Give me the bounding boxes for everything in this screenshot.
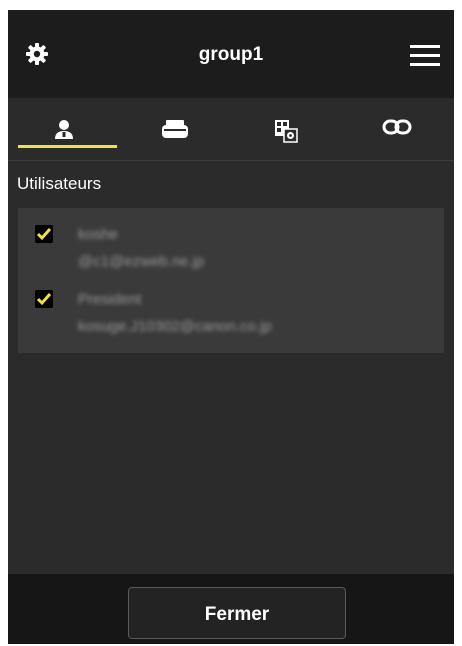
footer-bar: Fermer [8,574,454,644]
users-section-title: Utilisateurs [17,174,102,193]
checkmark-icon [36,228,52,241]
tab-users[interactable] [8,98,119,160]
hamburger-menu-icon[interactable] [410,45,440,67]
printer-icon [161,120,188,138]
user-email: kosuge.J10302@canon.co.jp [78,318,272,335]
user-icon [54,120,73,139]
app-settings-icon [274,120,298,143]
user-name: koshe [78,226,119,243]
close-button[interactable]: Fermer [128,587,346,639]
header-bar: group1 [8,10,454,98]
checkmark-icon [36,293,52,306]
app-screen: group1 Utilisateurs koshe @c1@ezweb.ne.j… [8,10,454,644]
tab-bar [8,98,454,161]
page-title: group1 [198,44,264,65]
link-icon [382,119,411,135]
user-checkbox[interactable] [35,225,53,243]
tab-printers[interactable] [119,98,230,160]
user-name: President [78,291,142,308]
user-checkbox[interactable] [35,290,53,308]
selected-tab-indicator [18,145,117,148]
tab-applications[interactable] [230,98,341,160]
user-email: @c1@ezweb.ne.jp [78,253,205,270]
user-list-item[interactable]: President kosuge.J10302@canon.co.jp [18,273,444,353]
tab-links[interactable] [341,98,452,160]
